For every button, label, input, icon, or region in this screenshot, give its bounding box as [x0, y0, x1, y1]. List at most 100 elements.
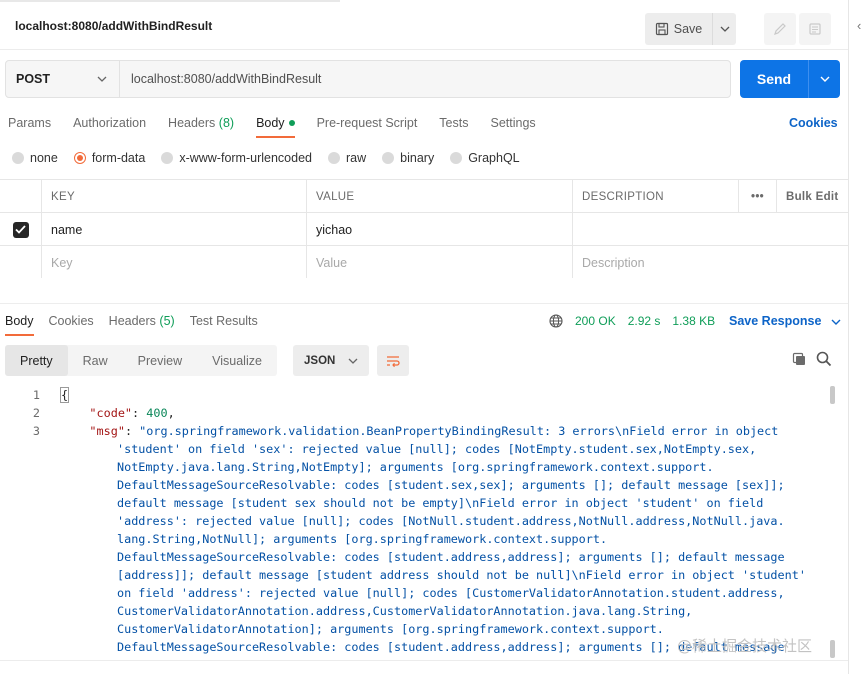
response-tab-test-results[interactable]: Test Results	[190, 306, 273, 336]
response-tab-body[interactable]: Body	[5, 306, 49, 336]
save-dropdown-button[interactable]	[712, 13, 736, 45]
search-icon[interactable]	[816, 351, 832, 367]
tab-tests[interactable]: Tests	[439, 108, 490, 138]
table-header-row: KEY VALUE DESCRIPTION ••• Bulk Edit	[0, 180, 848, 213]
form-data-table: KEY VALUE DESCRIPTION ••• Bulk Edit name…	[0, 179, 848, 279]
save-label: Save	[673, 22, 703, 36]
watermark-text: @稀土掘金技术社区	[677, 637, 813, 655]
tab-label: Settings	[490, 116, 536, 130]
tab-label: Tests	[439, 116, 469, 130]
radio-none[interactable]: none	[12, 151, 58, 165]
radio-label: raw	[346, 151, 367, 165]
row-checkbox-cell	[0, 246, 41, 279]
tab-body[interactable]: Body	[256, 108, 317, 138]
tab-authorization[interactable]: Authorization	[73, 108, 168, 138]
send-dropdown-button[interactable]	[808, 60, 840, 98]
radio-form-data[interactable]: form-data	[73, 151, 146, 165]
edit-button[interactable]	[764, 13, 796, 45]
format-raw[interactable]: Raw	[68, 345, 123, 376]
radio-label: form-data	[91, 151, 146, 165]
documentation-button[interactable]	[799, 13, 831, 45]
json-number: 400	[146, 406, 168, 420]
row-checkbox-cell	[0, 213, 41, 246]
request-title[interactable]: localhost:8080/addWithBindResult	[15, 19, 212, 33]
json-key: "code"	[89, 406, 133, 420]
tab-params[interactable]: Params	[8, 108, 73, 138]
format-visualize[interactable]: Visualize	[197, 345, 277, 376]
code-line-wrapped: on field 'address': rejected value [null…	[117, 586, 785, 600]
scrollbar-thumb-bottom[interactable]	[830, 640, 835, 658]
format-preview[interactable]: Preview	[123, 345, 197, 376]
code-line-wrapped: DefaultMessageSourceResolvable: codes [s…	[117, 478, 785, 492]
save-response-button[interactable]: Save Response	[729, 314, 841, 328]
radio-binary[interactable]: binary	[382, 151, 434, 165]
column-header-key: KEY	[41, 180, 307, 213]
radio-label: none	[30, 151, 58, 165]
request-title-bar: localhost:8080/addWithBindResult Save	[0, 4, 848, 50]
line-number: 3	[32, 424, 40, 438]
radio-graphql[interactable]: GraphQL	[450, 151, 520, 165]
scrollbar-thumb-top[interactable]	[830, 386, 835, 404]
response-tabs: Body Cookies Headers (5) Test Results	[5, 306, 273, 336]
send-group: Send	[740, 60, 840, 98]
url-input[interactable]	[120, 61, 730, 97]
radio-circle	[328, 152, 340, 164]
method-select[interactable]: POST	[6, 61, 120, 97]
radio-x-www-form-urlencoded[interactable]: x-www-form-urlencoded	[161, 151, 312, 165]
save-button[interactable]: Save	[645, 13, 712, 45]
chevron-down-icon	[720, 26, 729, 32]
document-icon	[809, 23, 821, 35]
description-cell[interactable]	[573, 213, 848, 246]
description-placeholder-cell[interactable]: Description	[573, 246, 848, 279]
wrap-lines-button[interactable]	[377, 345, 409, 376]
code-line: "msg": "org.springframework.validation.B…	[89, 424, 779, 438]
response-meta: 200 OK 2.92 s 1.38 KB	[549, 314, 715, 328]
value-cell[interactable]: yichao	[307, 213, 573, 246]
code-line-wrapped: NotEmpty.java.lang.String,NotEmpty]; arg…	[117, 460, 714, 474]
tab-headers[interactable]: Headers (8)	[168, 108, 256, 138]
radio-label: x-www-form-urlencoded	[179, 151, 312, 165]
response-tab-cookies[interactable]: Cookies	[49, 306, 109, 336]
code-line-wrapped: [address]]; default message [student add…	[117, 568, 806, 582]
url-bar: POST	[5, 60, 731, 98]
radio-circle	[382, 152, 395, 164]
key-cell[interactable]: name	[41, 213, 307, 246]
tab-settings[interactable]: Settings	[490, 108, 557, 138]
format-pretty[interactable]: Pretty	[5, 345, 68, 376]
radio-raw[interactable]: raw	[328, 151, 366, 165]
globe-icon[interactable]	[549, 314, 563, 328]
chevron-down-icon	[97, 76, 107, 82]
status-code[interactable]: 200 OK	[575, 314, 616, 328]
response-size[interactable]: 1.38 KB	[672, 314, 715, 328]
chevron-left-icon[interactable]: ‹	[857, 18, 861, 33]
language-select[interactable]: JSON	[293, 345, 369, 376]
tab-label: Pre-request Script	[316, 116, 418, 130]
value-placeholder-cell[interactable]: Value	[307, 246, 573, 279]
more-options-button[interactable]: •••	[739, 180, 777, 213]
code-line: "code": 400,	[89, 406, 175, 420]
bulk-edit-button[interactable]: Bulk Edit	[777, 180, 848, 213]
line-number-gutter: 1 2 3	[0, 386, 40, 440]
tab-count: (8)	[218, 116, 235, 130]
send-button[interactable]: Send	[740, 60, 808, 98]
key-placeholder-cell[interactable]: Key	[41, 246, 307, 279]
chevron-down-icon	[831, 319, 841, 325]
response-body-viewer[interactable]: 1 2 3 { "code": 400, "msg": "org.springf…	[0, 386, 836, 658]
response-tab-headers[interactable]: Headers (5)	[109, 306, 190, 336]
tab-label: Cookies	[48, 314, 94, 328]
body-type-radios: none form-data x-www-form-urlencoded raw…	[12, 151, 536, 165]
row-checkbox[interactable]	[12, 221, 29, 238]
radio-label: GraphQL	[468, 151, 520, 165]
response-time[interactable]: 2.92 s	[628, 314, 661, 328]
open-brace: {	[59, 387, 70, 403]
cookies-link[interactable]: Cookies	[789, 116, 838, 130]
header-check-cell	[0, 180, 41, 213]
code-line-wrapped: CustomerValidatorAnnotation.address,Cust…	[117, 604, 693, 618]
radio-circle-selected	[73, 152, 86, 164]
code-lines: { "code": 400, "msg": "org.springframewo…	[59, 386, 821, 656]
pencil-icon	[774, 23, 786, 35]
tab-label: Headers	[168, 116, 216, 130]
json-key: "msg"	[89, 424, 125, 438]
tab-pre-request-script[interactable]: Pre-request Script	[317, 108, 440, 138]
copy-icon[interactable]	[792, 352, 807, 367]
